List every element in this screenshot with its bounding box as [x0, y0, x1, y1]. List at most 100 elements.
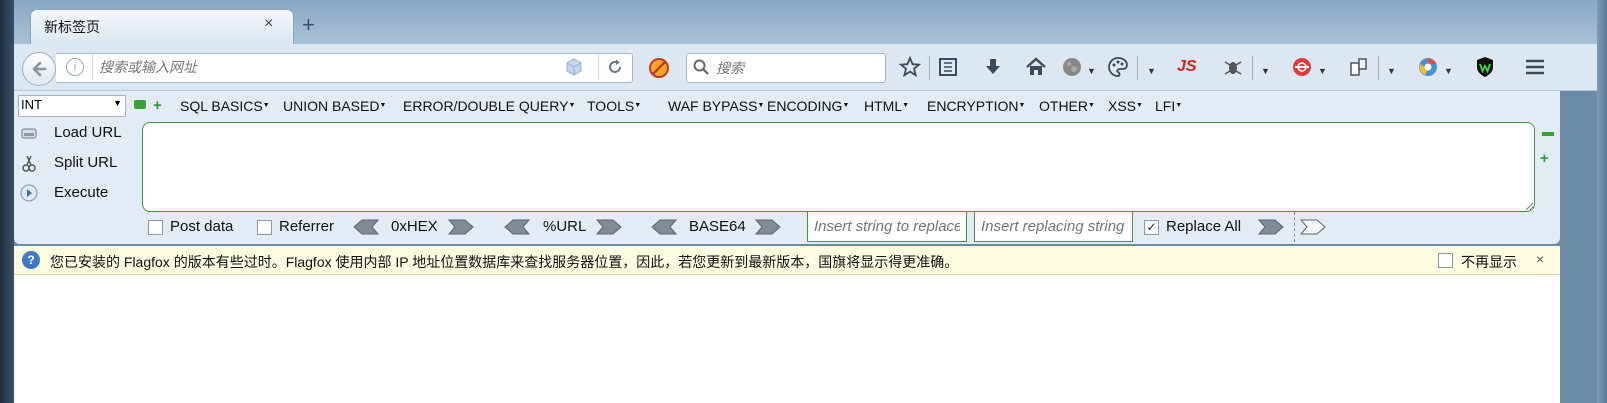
menu-icon[interactable]	[1524, 56, 1546, 78]
menu-encryption[interactable]: ENCRYPTION▼	[927, 98, 1025, 114]
chevron-down-icon: ▼	[379, 102, 387, 109]
info-icon[interactable]: i	[66, 58, 84, 76]
chevron-down-icon: ▼	[842, 102, 850, 109]
type-select-value: INT	[21, 97, 42, 112]
block-icon[interactable]	[648, 57, 670, 79]
menu-label: LFI	[1155, 98, 1176, 114]
chevron-down-icon: ▼	[1018, 102, 1026, 109]
replace-apply-button[interactable]	[1258, 219, 1284, 235]
menu-error-double-query[interactable]: ERROR/DOUBLE QUERY▼	[403, 98, 575, 114]
referrer-checkbox[interactable]	[257, 220, 272, 235]
dont-show-checkbox[interactable]	[1438, 253, 1453, 268]
referrer-label: Referrer	[279, 218, 335, 235]
close-icon[interactable]: ×	[1536, 251, 1544, 267]
chevron-down-icon: ▼	[1175, 102, 1183, 109]
menu-label: ENCODING	[767, 98, 843, 114]
play-icon	[20, 184, 38, 202]
window-right-edge	[1597, 0, 1607, 403]
menu-label: HTML	[864, 98, 903, 114]
chevron-down-icon: ▼	[634, 102, 642, 109]
search-input[interactable]	[714, 55, 878, 81]
window-left-edge	[0, 0, 14, 403]
menu-waf-bypass[interactable]: WAF BYPASS▼	[668, 98, 764, 114]
menu-union-based[interactable]: UNION BASED▼	[283, 98, 386, 114]
back-button[interactable]	[22, 52, 56, 86]
hex-label: 0xHEX	[391, 218, 438, 235]
load-url-button[interactable]: Load URL	[18, 121, 138, 145]
home-icon[interactable]	[1025, 56, 1047, 78]
url-textarea[interactable]	[142, 122, 1535, 212]
replace-forward-button[interactable]	[1300, 219, 1326, 235]
tab-title: 新标签页	[44, 19, 100, 35]
download-icon[interactable]	[982, 56, 1004, 78]
hex-decode-button[interactable]	[353, 219, 379, 235]
chevron-down-icon: ▼	[1136, 102, 1143, 109]
menu-html[interactable]: HTML▼	[864, 98, 909, 114]
menu-lfi[interactable]: LFI▼	[1155, 98, 1182, 114]
menu-label: XSS	[1108, 98, 1137, 114]
replace-find-input[interactable]	[807, 211, 967, 242]
minus-icon[interactable]	[1542, 132, 1554, 136]
url-label: %URL	[543, 218, 587, 235]
load-url-icon	[21, 128, 37, 139]
execute-label: Execute	[54, 184, 109, 201]
menu-tools[interactable]: TOOLS▼	[587, 98, 641, 114]
menu-label: OTHER	[1039, 98, 1088, 114]
url-decode-button[interactable]	[504, 219, 530, 235]
chevron-down-icon[interactable]: ▼	[1261, 66, 1270, 76]
reader-icon[interactable]	[937, 56, 959, 78]
split-url-button[interactable]: Split URL	[18, 151, 138, 175]
split-url-label: Split URL	[54, 154, 118, 171]
plus-icon[interactable]: +	[153, 97, 162, 114]
menu-xss[interactable]: XSS▼	[1108, 98, 1143, 114]
base64-encode-button[interactable]	[755, 219, 781, 235]
replace-all-checkbox[interactable]: ✓	[1144, 220, 1159, 235]
chevron-down-icon[interactable]: ▼	[1318, 66, 1327, 76]
bug-icon[interactable]	[1222, 56, 1244, 78]
reload-button[interactable]	[598, 54, 631, 80]
base64-label: BASE64	[689, 218, 746, 235]
chevron-down-icon: ▼	[568, 102, 576, 109]
dont-show-label: 不再显示	[1461, 254, 1517, 270]
load-url-label: Load URL	[54, 124, 122, 141]
url-encode-button[interactable]	[596, 219, 622, 235]
palette-icon[interactable]	[1107, 56, 1129, 78]
hex-encode-button[interactable]	[448, 219, 474, 235]
tabs-icon[interactable]	[1348, 56, 1370, 78]
chevron-down-icon: ▼	[113, 98, 122, 108]
menu-sql-basics[interactable]: SQL BASICS▼	[180, 98, 270, 114]
replace-with-input[interactable]	[974, 211, 1133, 242]
post-data-label: Post data	[170, 218, 234, 235]
toolbar-separator	[1252, 56, 1253, 80]
plus-icon[interactable]: +	[1540, 150, 1549, 167]
menu-label: ENCRYPTION	[927, 98, 1019, 114]
question-icon: ?	[22, 251, 40, 269]
chevron-down-icon[interactable]: ▼	[1087, 66, 1096, 76]
menu-label: UNION BASED	[283, 98, 380, 114]
cube-icon[interactable]	[565, 58, 583, 76]
chrome-icon[interactable]	[1417, 56, 1439, 78]
menu-encoding[interactable]: ENCODING▼	[767, 98, 849, 114]
base64-decode-button[interactable]	[651, 219, 677, 235]
tab-close-icon[interactable]: ×	[264, 15, 273, 33]
menu-label: WAF BYPASS	[668, 98, 758, 114]
chevron-down-icon: ▼	[1088, 102, 1095, 109]
moon-icon[interactable]	[1061, 56, 1083, 78]
type-select[interactable]: INT ▼	[18, 95, 126, 117]
chevron-down-icon[interactable]: ▼	[1147, 66, 1156, 76]
url-input[interactable]	[92, 54, 575, 80]
minus-icon[interactable]	[134, 100, 146, 109]
post-data-checkbox[interactable]	[148, 220, 163, 235]
back-icon	[32, 61, 47, 77]
menu-other[interactable]: OTHER▼	[1039, 98, 1095, 114]
shield-red-icon[interactable]	[1291, 56, 1313, 78]
chevron-down-icon[interactable]: ▼	[1387, 66, 1396, 76]
toolbar-separator	[1137, 56, 1138, 80]
new-tab-button[interactable]: +	[302, 12, 315, 38]
chevron-down-icon[interactable]: ▼	[1444, 66, 1453, 76]
star-icon[interactable]	[899, 56, 921, 78]
page-content	[14, 275, 1560, 403]
wot-shield-icon[interactable]	[1474, 56, 1496, 78]
execute-button[interactable]: Execute	[18, 181, 138, 205]
js-icon[interactable]: JS	[1177, 58, 1197, 76]
